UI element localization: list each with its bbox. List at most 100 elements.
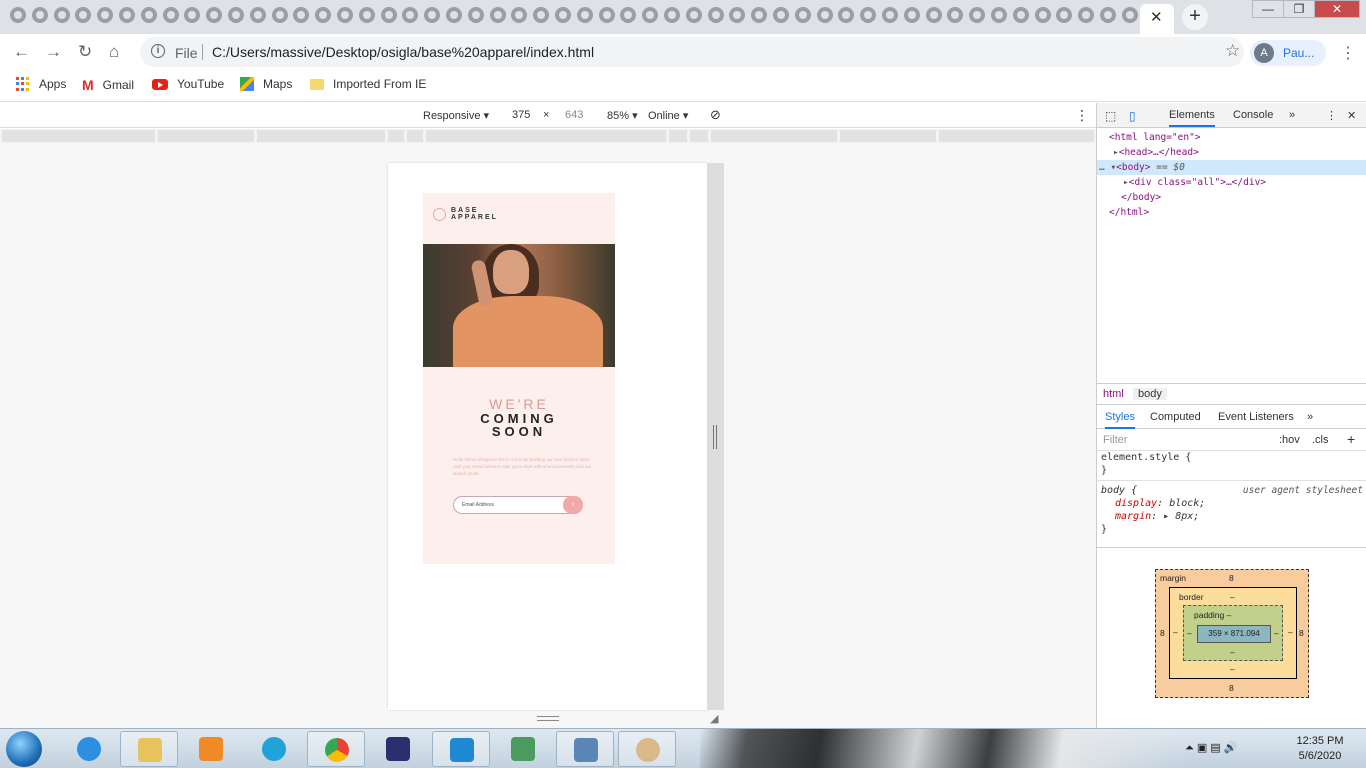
tab-favicon-icon[interactable] bbox=[576, 7, 593, 23]
bookmark-folder-ie[interactable]: Imported From IE bbox=[310, 77, 426, 91]
tab-favicon-icon[interactable] bbox=[1056, 7, 1073, 23]
clock[interactable]: 12:35 PM 5/6/2020 bbox=[1290, 734, 1350, 764]
tab-favicon-icon[interactable] bbox=[75, 7, 92, 23]
viewport-width-input[interactable]: 375 bbox=[512, 109, 530, 121]
tab-favicon-icon[interactable] bbox=[402, 7, 419, 23]
tab-favicon-icon[interactable] bbox=[1012, 7, 1029, 23]
tab-console[interactable]: Console bbox=[1233, 109, 1273, 121]
maximize-button[interactable]: ❐ bbox=[1283, 0, 1315, 18]
tab-favicon-icon[interactable] bbox=[228, 7, 244, 23]
tab-favicon-icon[interactable] bbox=[1100, 7, 1116, 23]
tab-favicon-icon[interactable] bbox=[511, 7, 528, 23]
viewport-height-input[interactable]: 643 bbox=[565, 109, 583, 121]
dom-node[interactable]: </body> bbox=[1097, 190, 1366, 205]
box-padding[interactable]: padding – – – – 359 × 871.094 bbox=[1183, 605, 1283, 661]
forward-button[interactable]: → bbox=[45, 42, 62, 62]
tab-favicon-icon[interactable] bbox=[533, 7, 550, 23]
bookmark-gmail[interactable]: M Gmail bbox=[82, 77, 134, 93]
tab-favicon-icon[interactable] bbox=[10, 7, 26, 23]
border-top-value[interactable]: – bbox=[1230, 592, 1235, 602]
home-button[interactable]: ⌂ bbox=[109, 42, 119, 62]
box-margin[interactable]: margin 8 8 8 8 border – – – – padding – … bbox=[1155, 569, 1309, 698]
media-query-segment[interactable] bbox=[669, 130, 687, 142]
tab-favicon-icon[interactable] bbox=[838, 7, 855, 23]
bookmark-youtube[interactable]: YouTube bbox=[152, 77, 224, 91]
bookmark-star-icon[interactable]: ☆ bbox=[1225, 41, 1240, 61]
filter-input[interactable]: Filter bbox=[1103, 434, 1127, 446]
rotate-icon[interactable]: ⊘ bbox=[710, 107, 721, 123]
padding-bottom-value[interactable]: – bbox=[1230, 647, 1235, 657]
rule-selector[interactable]: element.style { bbox=[1097, 451, 1366, 464]
email-field[interactable]: Email Address › bbox=[453, 496, 583, 514]
tab-favicon-icon[interactable] bbox=[685, 7, 702, 23]
height-resize-handle[interactable] bbox=[537, 716, 559, 721]
media-query-segment[interactable] bbox=[840, 130, 936, 142]
tab-favicon-icon[interactable] bbox=[358, 7, 375, 23]
media-query-segment[interactable] bbox=[426, 130, 666, 142]
tab-favicon-icon[interactable] bbox=[598, 7, 615, 23]
breadcrumb-html[interactable]: html bbox=[1103, 388, 1124, 400]
profile-button[interactable]: A Pau... bbox=[1250, 40, 1326, 66]
dom-node[interactable]: <html lang="en"> bbox=[1097, 130, 1366, 145]
taskbar-app[interactable] bbox=[245, 731, 303, 767]
tab-favicon-icon[interactable] bbox=[903, 7, 920, 23]
corner-resize-icon[interactable]: ◢ bbox=[710, 712, 718, 725]
tab-favicon-icon[interactable] bbox=[882, 7, 898, 23]
zoom-select[interactable]: 85% ▾ bbox=[607, 109, 638, 122]
dom-node-selected[interactable]: … ▾<body> == $0 bbox=[1097, 160, 1366, 175]
tab-favicon-icon[interactable] bbox=[184, 7, 201, 23]
tab-favicon-icon[interactable] bbox=[140, 7, 157, 23]
site-logo[interactable]: BASE APPAREL bbox=[433, 207, 498, 221]
device-mode-select[interactable]: Responsive ▾ bbox=[423, 109, 489, 122]
info-icon[interactable]: i bbox=[151, 44, 165, 58]
media-query-segment[interactable] bbox=[388, 130, 404, 142]
taskbar-ie[interactable] bbox=[60, 731, 118, 767]
tab-favicon-icon[interactable] bbox=[555, 7, 571, 23]
device-toolbar-menu-icon[interactable]: ⋮ bbox=[1075, 107, 1089, 124]
width-resize-handle[interactable] bbox=[707, 163, 724, 710]
cls-toggle[interactable]: .cls bbox=[1312, 434, 1329, 446]
tab-favicon-icon[interactable] bbox=[707, 7, 724, 23]
submit-button[interactable]: › bbox=[563, 496, 583, 514]
tab-favicon-icon[interactable] bbox=[446, 7, 462, 23]
tab-favicon-icon[interactable] bbox=[729, 7, 746, 23]
media-query-bar[interactable] bbox=[0, 129, 1096, 143]
close-devtools-icon[interactable]: ✕ bbox=[1347, 109, 1356, 122]
taskbar-explorer[interactable] bbox=[120, 731, 178, 767]
tab-favicon-icon[interactable] bbox=[53, 7, 70, 23]
tab-favicon-icon[interactable] bbox=[97, 7, 114, 23]
tab-styles[interactable]: Styles bbox=[1105, 411, 1135, 429]
media-query-segment[interactable] bbox=[690, 130, 708, 142]
system-tray-icons[interactable]: ⏶ ▣ ▤ 🔊 bbox=[1185, 741, 1237, 755]
add-rule-icon[interactable]: + bbox=[1347, 431, 1355, 447]
dom-node[interactable]: ▸<head>…</head> bbox=[1097, 145, 1366, 160]
tab-favicon-icon[interactable] bbox=[380, 7, 397, 23]
reload-button[interactable]: ↻ bbox=[78, 42, 92, 62]
media-query-segment[interactable] bbox=[2, 130, 155, 142]
taskbar-game[interactable] bbox=[369, 731, 427, 767]
tab-favicon-icon[interactable] bbox=[162, 7, 179, 23]
tab-favicon-icon[interactable] bbox=[794, 7, 811, 23]
tab-computed[interactable]: Computed bbox=[1150, 411, 1201, 423]
tab-favicon-icon[interactable] bbox=[271, 7, 288, 23]
media-query-segment[interactable] bbox=[711, 130, 837, 142]
border-right-value[interactable]: – bbox=[1288, 627, 1293, 637]
more-style-tabs-icon[interactable]: » bbox=[1307, 411, 1313, 423]
new-tab-button[interactable]: + bbox=[1182, 4, 1208, 30]
close-window-button[interactable]: ✕ bbox=[1314, 0, 1360, 18]
margin-bottom-value[interactable]: 8 bbox=[1229, 683, 1234, 693]
tab-favicon-icon[interactable] bbox=[773, 7, 789, 23]
minimize-button[interactable]: — bbox=[1252, 0, 1284, 18]
more-tabs-icon[interactable]: » bbox=[1289, 109, 1295, 121]
close-tab-icon[interactable]: ✕ bbox=[1150, 8, 1163, 26]
tab-favicon-icon[interactable] bbox=[664, 7, 680, 23]
tab-favicon-icon[interactable] bbox=[467, 7, 484, 23]
tab-elements[interactable]: Elements bbox=[1169, 109, 1215, 127]
tab-favicon-icon[interactable] bbox=[206, 7, 223, 23]
tab-favicon-icon[interactable] bbox=[337, 7, 353, 23]
bookmark-maps[interactable]: Maps bbox=[240, 77, 292, 91]
tab-favicon-icon[interactable] bbox=[424, 7, 441, 23]
devtools-menu-icon[interactable]: ⋮ bbox=[1326, 109, 1337, 122]
tab-favicon-icon[interactable] bbox=[642, 7, 659, 23]
tab-favicon-icon[interactable] bbox=[249, 7, 266, 23]
